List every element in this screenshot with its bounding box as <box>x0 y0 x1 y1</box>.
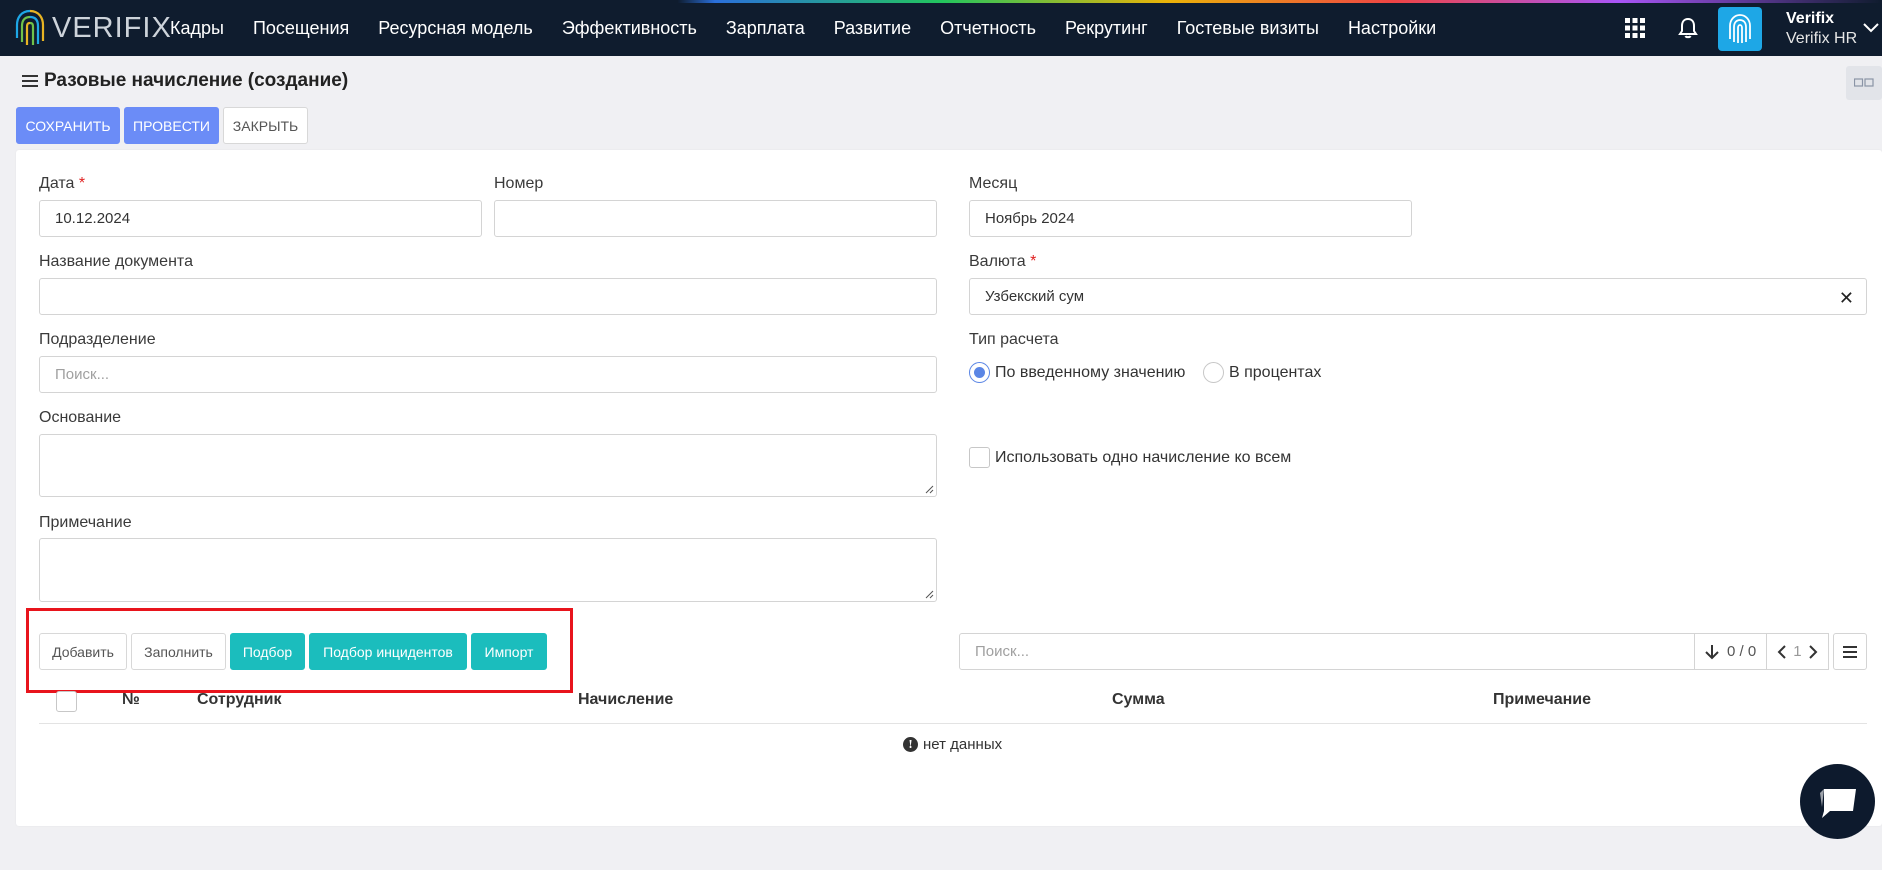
nav-item-reports[interactable]: Отчетность <box>940 18 1036 39</box>
column-accrual[interactable]: Начисление <box>578 691 673 709</box>
number-field[interactable] <box>494 200 937 237</box>
main-nav: Кадры Посещения Ресурсная модель Эффекти… <box>170 0 1465 56</box>
nav-item-guest-visits[interactable]: Гостевые визиты <box>1177 18 1319 39</box>
add-button[interactable]: Добавить <box>39 633 127 670</box>
list-menu-icon <box>1843 645 1857 658</box>
table-header: № Сотрудник Начисление Сумма Примечание <box>39 679 1867 724</box>
nav-item-efficiency[interactable]: Эффективность <box>562 18 697 39</box>
one-accrual-checkbox[interactable]: Использовать одно начисление ко всем <box>969 447 1291 468</box>
hamburger-menu-icon[interactable] <box>22 74 38 88</box>
nav-item-resource-model[interactable]: Ресурсная модель <box>378 18 533 39</box>
resize-handle-icon[interactable] <box>925 590 934 599</box>
date-field[interactable]: 10.12.2024 <box>39 200 482 237</box>
division-search-input[interactable]: Поиск... <box>39 356 937 393</box>
grid-settings-button[interactable] <box>1833 633 1867 670</box>
select-incidents-button[interactable]: Подбор инцидентов <box>309 633 467 670</box>
logo[interactable]: VERIFIX <box>14 9 172 47</box>
layout-toggle-icon <box>1854 78 1874 87</box>
nav-item-development[interactable]: Развитие <box>834 18 911 39</box>
page-nav: 1 <box>1766 634 1827 669</box>
date-label: Дата * <box>39 175 86 192</box>
nav-item-attendance[interactable]: Посещения <box>253 18 349 39</box>
select-button[interactable]: Подбор <box>230 633 305 670</box>
column-number[interactable]: № <box>122 691 140 709</box>
chevron-down-icon[interactable] <box>1862 22 1880 34</box>
resize-handle-icon[interactable] <box>925 485 934 494</box>
page-number: 1 <box>1793 643 1802 660</box>
arrow-down-icon <box>1705 644 1719 659</box>
column-employee[interactable]: Сотрудник <box>197 691 282 709</box>
doc-name-label: Название документа <box>39 253 193 270</box>
chat-widget-button[interactable] <box>1800 764 1875 839</box>
info-icon: ! <box>903 737 918 752</box>
user-name: Verifix <box>1786 10 1835 27</box>
clear-icon[interactable]: ✕ <box>1839 288 1854 309</box>
currency-select[interactable]: Узбекский сум ✕ <box>969 278 1867 315</box>
apps-grid-icon[interactable] <box>1622 15 1648 41</box>
bell-icon[interactable] <box>1675 15 1701 41</box>
radio-unchecked-icon <box>1203 362 1224 383</box>
user-info[interactable]: Verifix Verifix HR <box>1786 9 1857 49</box>
note-label: Примечание <box>39 514 132 531</box>
column-amount[interactable]: Сумма <box>1112 691 1165 709</box>
chat-icon <box>1819 788 1856 818</box>
calc-type-label: Тип расчета <box>969 331 1059 348</box>
top-navbar: VERIFIX Кадры Посещения Ресурсная модель… <box>0 0 1882 56</box>
basis-textarea[interactable] <box>39 434 937 497</box>
user-org: Verifix HR <box>1786 30 1858 47</box>
nav-item-settings[interactable]: Настройки <box>1348 18 1436 39</box>
layout-toggle-button[interactable] <box>1846 66 1882 100</box>
doc-name-field[interactable] <box>39 278 937 315</box>
month-label: Месяц <box>969 175 1018 192</box>
month-field[interactable]: Ноябрь 2024 <box>969 200 1412 237</box>
calc-type-radio-percent[interactable]: В процентах <box>1203 362 1321 383</box>
currency-label: Валюта * <box>969 253 1037 270</box>
sort-button[interactable]: 0 / 0 <box>1695 634 1766 669</box>
import-button[interactable]: Импорт <box>471 633 547 670</box>
avatar[interactable] <box>1718 7 1762 51</box>
note-textarea[interactable] <box>39 538 937 602</box>
radio-checked-icon <box>969 362 990 383</box>
nav-item-recruiting[interactable]: Рекрутинг <box>1065 18 1148 39</box>
number-label: Номер <box>494 175 544 192</box>
nav-item-salary[interactable]: Зарплата <box>726 18 805 39</box>
fingerprint-avatar-icon <box>1729 14 1751 43</box>
post-button[interactable]: ПРОВЕСТИ <box>124 107 219 144</box>
division-label: Подразделение <box>39 331 156 348</box>
logo-text: VERIFIX <box>52 11 172 44</box>
fingerprint-logo-icon <box>15 9 45 45</box>
fill-button[interactable]: Заполнить <box>131 633 226 670</box>
chevron-right-icon[interactable] <box>1808 644 1818 660</box>
page-title-text: Разовые начисление (создание) <box>44 70 349 91</box>
pager: 0 / 0 1 <box>1694 633 1829 670</box>
pager-count: 0 / 0 <box>1727 643 1757 660</box>
basis-label: Основание <box>39 409 122 426</box>
nav-item-hr[interactable]: Кадры <box>170 18 224 39</box>
save-button[interactable]: СОХРАНИТЬ <box>16 107 120 144</box>
page-title: Разовые начисление (создание) <box>22 70 348 92</box>
close-button[interactable]: ЗАКРЫТЬ <box>223 107 308 144</box>
chevron-left-icon[interactable] <box>1777 644 1787 660</box>
empty-state: ! нет данных <box>903 736 1002 753</box>
select-all-checkbox[interactable] <box>56 691 77 712</box>
grid-search-input[interactable]: Поиск... <box>959 633 1695 670</box>
calc-type-radio-value[interactable]: По введенному значению <box>969 362 1185 383</box>
column-note[interactable]: Примечание <box>1493 691 1591 709</box>
checkbox-box <box>969 447 990 468</box>
